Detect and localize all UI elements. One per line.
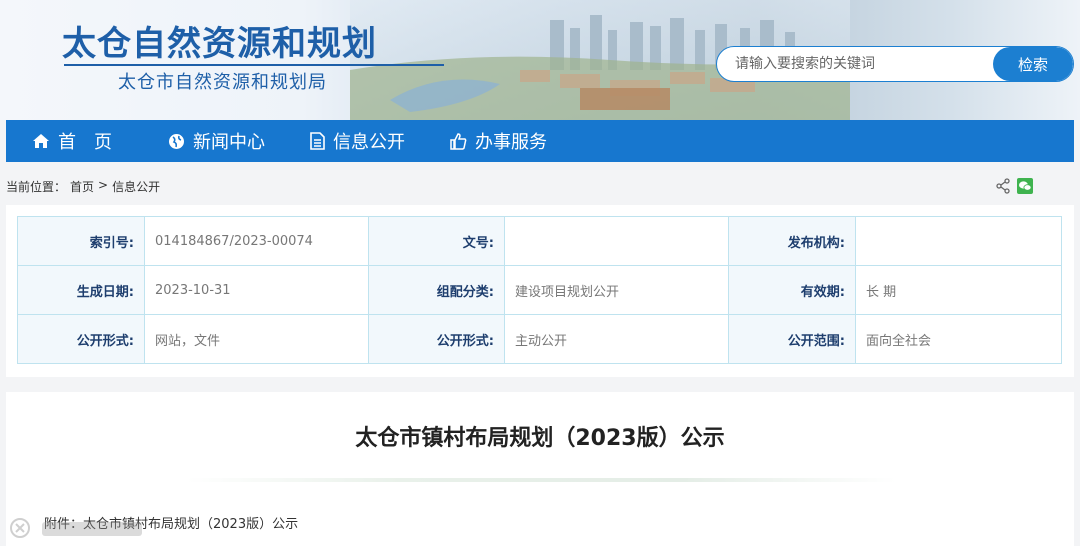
nav-label: 首 页 bbox=[58, 132, 112, 153]
nav-item-services[interactable]: 办事服务 bbox=[450, 120, 547, 162]
breadcrumb: 当前位置： 首页 > 信息公开 bbox=[6, 178, 160, 195]
field-label: 有效期: bbox=[728, 265, 856, 315]
nav-item-home[interactable]: 首 页 bbox=[32, 120, 112, 162]
title-divider bbox=[64, 64, 444, 66]
field-label: 组配分类: bbox=[368, 265, 505, 315]
nav-label: 信息公开 bbox=[333, 132, 405, 153]
breadcrumb-separator: > bbox=[98, 178, 109, 192]
field-value: 2023-10-31 bbox=[144, 265, 369, 315]
metadata-panel: 索引号: 014184867/2023-00074 文号: 发布机构: 生成日期… bbox=[6, 205, 1074, 377]
metadata-table: 索引号: 014184867/2023-00074 文号: 发布机构: 生成日期… bbox=[17, 216, 1062, 364]
table-row: 生成日期: 2023-10-31 组配分类: 建设项目规划公开 有效期: 长 期 bbox=[17, 265, 1062, 315]
breadcrumb-current-link[interactable]: 信息公开 bbox=[112, 178, 160, 195]
field-label: 生成日期: bbox=[17, 265, 145, 315]
title-divider bbox=[186, 478, 896, 482]
site-subtitle: 太仓市自然资源和规划局 bbox=[118, 72, 327, 93]
search-input[interactable] bbox=[717, 47, 997, 81]
search-button[interactable]: 检索 bbox=[993, 47, 1073, 81]
field-value: 面向全社会 bbox=[855, 314, 1062, 364]
globe-icon bbox=[169, 133, 184, 149]
table-row: 公开形式: 网站，文件 公开形式: 主动公开 公开范围: 面向全社会 bbox=[17, 314, 1062, 364]
breadcrumb-prefix: 当前位置： bbox=[6, 180, 67, 194]
thumbs-up-icon bbox=[450, 132, 467, 150]
breadcrumb-home-link[interactable]: 首页 bbox=[70, 178, 94, 195]
field-label: 索引号: bbox=[17, 216, 145, 266]
share-tools bbox=[995, 178, 1033, 194]
article-panel: 太仓市镇村布局规划（2023版）公示 附件：太仓市镇村布局规划（2023版）公示 bbox=[6, 392, 1074, 546]
wechat-icon[interactable] bbox=[1017, 178, 1033, 194]
field-value: 长 期 bbox=[855, 265, 1062, 315]
nav-item-news[interactable]: 新闻中心 bbox=[168, 120, 265, 162]
nav-label: 新闻中心 bbox=[193, 132, 265, 153]
field-value bbox=[504, 216, 729, 266]
field-value: 014184867/2023-00074 bbox=[144, 216, 369, 266]
home-icon bbox=[33, 134, 49, 148]
site-title: 太仓自然资源和规划 bbox=[62, 24, 377, 64]
nav-item-info-disclosure[interactable]: 信息公开 bbox=[310, 120, 405, 162]
main-nav: 首 页 新闻中心 信息公开 办事服务 bbox=[6, 120, 1074, 162]
search-box: 检索 bbox=[716, 46, 1074, 82]
field-value: 建设项目规划公开 bbox=[504, 265, 729, 315]
field-label: 公开范围: bbox=[728, 314, 856, 364]
field-value bbox=[855, 216, 1062, 266]
field-label: 文号: bbox=[368, 216, 505, 266]
nav-label: 办事服务 bbox=[475, 132, 547, 153]
share-icon[interactable] bbox=[995, 178, 1011, 194]
document-icon bbox=[310, 132, 325, 150]
field-label: 公开形式: bbox=[368, 314, 505, 364]
article-title: 太仓市镇村布局规划（2023版）公示 bbox=[355, 426, 725, 451]
field-label: 发布机构: bbox=[728, 216, 856, 266]
watermark-logo bbox=[10, 518, 142, 538]
site-header: 太仓自然资源和规划 太仓市自然资源和规划局 检索 bbox=[0, 0, 1080, 120]
field-value: 网站，文件 bbox=[144, 314, 369, 364]
table-row: 索引号: 014184867/2023-00074 文号: 发布机构: bbox=[17, 216, 1062, 266]
field-value: 主动公开 bbox=[504, 314, 729, 364]
field-label: 公开形式: bbox=[17, 314, 145, 364]
